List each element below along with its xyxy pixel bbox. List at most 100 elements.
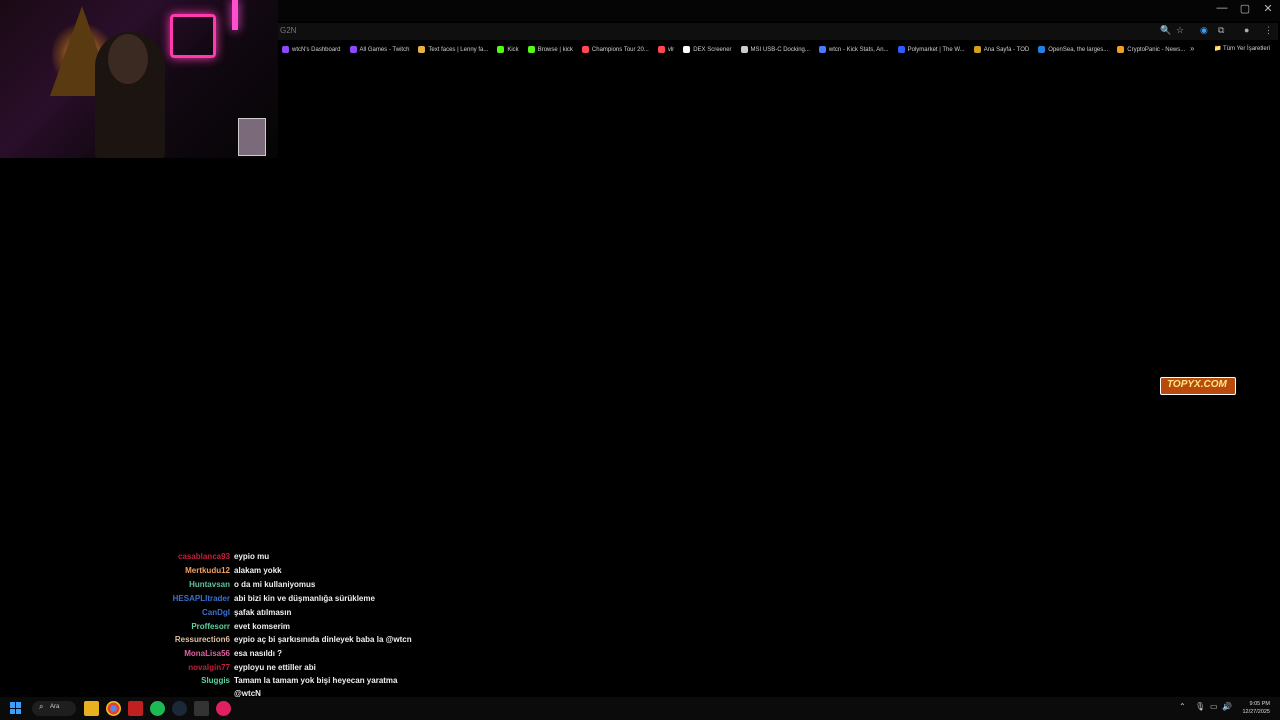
chat-message: Huntavsan o da mi kullaniyomus (0, 580, 460, 594)
chat-text: esa nasıldı ? (234, 649, 283, 658)
chat-text: eyployu ne ettiller abi (234, 663, 316, 672)
bookmark-label: vlr (667, 46, 675, 53)
bookmark-item[interactable]: OpenSea, the larges... (1038, 46, 1108, 53)
bookmark-favicon-icon (1117, 46, 1125, 53)
taskbar-search-label: Ara (50, 704, 60, 710)
chat-username[interactable]: MonaLisa56 (184, 649, 230, 658)
chat-message: Sluggis Tamam la tamam yok bişi heyecan y… (0, 676, 460, 690)
bookmark-item[interactable]: CryptoPanic - News... (1117, 46, 1185, 53)
chrome-icon[interactable] (106, 701, 121, 716)
chat-username[interactable]: casablanca93 (178, 552, 230, 561)
bookmark-star-icon[interactable]: ☆ (1176, 25, 1184, 36)
bookmark-label: Browse | kick (537, 46, 573, 53)
bookmark-label: OpenSea, the larges... (1048, 46, 1109, 53)
chat-message: casablanca93 eypio mu (0, 552, 460, 566)
chat-message: HESAPLItrader abi bizi kin ve düşmanlığa … (0, 594, 460, 608)
bookmark-item[interactable]: Polymarket | The W... (897, 46, 965, 53)
bookmark-item[interactable]: DEX Screener (683, 46, 732, 53)
microphone-icon[interactable]: 🎙 (1195, 702, 1205, 711)
bookmark-item[interactable]: MSI USB-C Docking... (740, 46, 810, 53)
chat-username[interactable]: Proffesorr (191, 622, 230, 631)
chat-username[interactable]: Ressurection6 (175, 635, 230, 644)
chat-username[interactable]: Mertkudu12 (185, 566, 230, 575)
extensions-icon[interactable]: ⧉ (1218, 25, 1224, 36)
bookmark-favicon-icon (897, 46, 905, 53)
chat-message: Ressurection6 eypio aç bi şarkısınıda din… (0, 635, 460, 649)
bookmark-favicon-icon (1038, 46, 1046, 53)
tray-chevron-icon[interactable]: ⌃ (1179, 702, 1186, 711)
bookmark-favicon-icon (683, 46, 691, 53)
bookmarks-overflow-icon[interactable]: » (1190, 44, 1194, 53)
bookmark-item[interactable]: wtcN's Dashboard (282, 46, 341, 53)
bookmark-label: Ana Sayfa - TOD (983, 46, 1030, 53)
bookmark-favicon-icon (282, 46, 289, 53)
chat-text: eypio aç bi şarkısınıda dinleyek baba la… (234, 635, 412, 644)
bookmark-item[interactable]: All Games - Twitch (349, 46, 410, 53)
neon-sign (170, 14, 216, 58)
bookmark-favicon-icon (740, 46, 748, 53)
address-bar[interactable]: G2N 🔍 ☆ ◉ ⧉ ● ⋮ (278, 23, 1278, 40)
spotify-icon[interactable] (150, 701, 165, 716)
clock-date: 12/27/2025 (1242, 709, 1270, 715)
taskbar-clock[interactable]: 9:05 PM 12/27/2025 (1242, 700, 1270, 716)
bookmark-favicon-icon (657, 46, 665, 53)
bookmark-label: wtcn - Kick Stats, An... (828, 46, 889, 53)
zoom-icon[interactable]: 🔍 (1160, 25, 1171, 36)
bookmark-item[interactable]: Browse | kick (527, 46, 573, 53)
bookmark-label: Polymarket | The W... (907, 46, 965, 53)
chat-username[interactable]: Sluggis (201, 676, 230, 685)
bookmark-item[interactable]: Champions Tour 20... (581, 46, 649, 53)
all-bookmarks-button[interactable]: 📁 Tüm Yer İşaretleri (1214, 45, 1270, 52)
bookmark-item[interactable]: Text faces | Lenny fa... (418, 46, 488, 53)
search-icon: ⌕ (39, 702, 44, 711)
bookmark-favicon-icon (349, 46, 357, 53)
windows-start-icon[interactable] (10, 702, 22, 714)
chat-username[interactable]: Huntavsan (189, 580, 230, 589)
app-icon[interactable] (128, 701, 143, 716)
bookmark-label: MSI USB-C Docking... (750, 46, 810, 53)
bookmark-favicon-icon (418, 46, 426, 53)
bookmark-label: All Games - Twitch (359, 46, 410, 53)
webcam-feed (0, 0, 278, 158)
chat-message: Proffesorr evet komserim (0, 622, 460, 636)
maximize-button[interactable]: ▢ (1234, 2, 1256, 15)
neon-light (232, 0, 238, 30)
chat-message: Mertkudu12 alakam yokk (0, 566, 460, 580)
close-button[interactable]: ✕ (1257, 2, 1279, 15)
network-icon[interactable]: ▭ (1210, 702, 1218, 711)
chat-text: Tamam la tamam yok bişi heyecan yaratma (234, 676, 398, 685)
taskbar: ⌕ Ara ⌃ 🎙 ▭ 🔊 9:05 PM 12/27/2025 (0, 697, 1280, 720)
bookmarks-bar: wtcN's Dashboard All Games - Twitch Text f… (282, 43, 1280, 56)
bookmark-item[interactable]: wtcn - Kick Stats, An... (818, 46, 889, 53)
chat-username[interactable]: novalgin77 (188, 663, 230, 672)
menu-dots-icon[interactable]: ⋮ (1264, 25, 1273, 36)
chat-text: evet komserim (234, 622, 291, 631)
background-monitor (238, 118, 266, 156)
bookmark-label: Text faces | Lenny fa... (428, 46, 489, 53)
chat-text: alakam yokk (234, 566, 282, 575)
bookmark-item[interactable]: vlr (657, 46, 675, 53)
bookmark-favicon-icon (818, 46, 826, 53)
terminal-icon[interactable] (194, 701, 209, 716)
steam-icon[interactable] (172, 701, 187, 716)
bookmark-item[interactable]: Ana Sayfa - TOD (973, 46, 1030, 53)
chat-text: eypio mu (234, 552, 270, 561)
volume-icon[interactable]: 🔊 (1222, 702, 1232, 711)
chat-username[interactable]: CanDgl (202, 608, 230, 617)
bookmark-favicon-icon (497, 46, 505, 53)
profile-avatar-icon[interactable]: ● (1244, 25, 1249, 35)
app-icon-2[interactable] (216, 701, 231, 716)
chat-text: abi bizi kin ve düşmanlığa sürükleme (234, 594, 375, 603)
bookmark-favicon-icon (581, 46, 589, 53)
url-text: G2N (280, 26, 297, 35)
chat-message: CanDgl şafak atılmasın (0, 608, 460, 622)
bookmark-favicon-icon (527, 46, 535, 53)
bookmark-label: wtcN's Dashboard (292, 46, 341, 53)
taskbar-search[interactable]: ⌕ Ara (32, 701, 76, 716)
minimize-button[interactable]: — (1211, 2, 1233, 14)
streamer-head (108, 34, 148, 84)
bookmark-item[interactable]: Kick (497, 46, 519, 53)
chat-username[interactable]: HESAPLItrader (173, 594, 230, 603)
cast-icon[interactable]: ◉ (1200, 25, 1208, 36)
file-explorer-icon[interactable] (84, 701, 99, 716)
